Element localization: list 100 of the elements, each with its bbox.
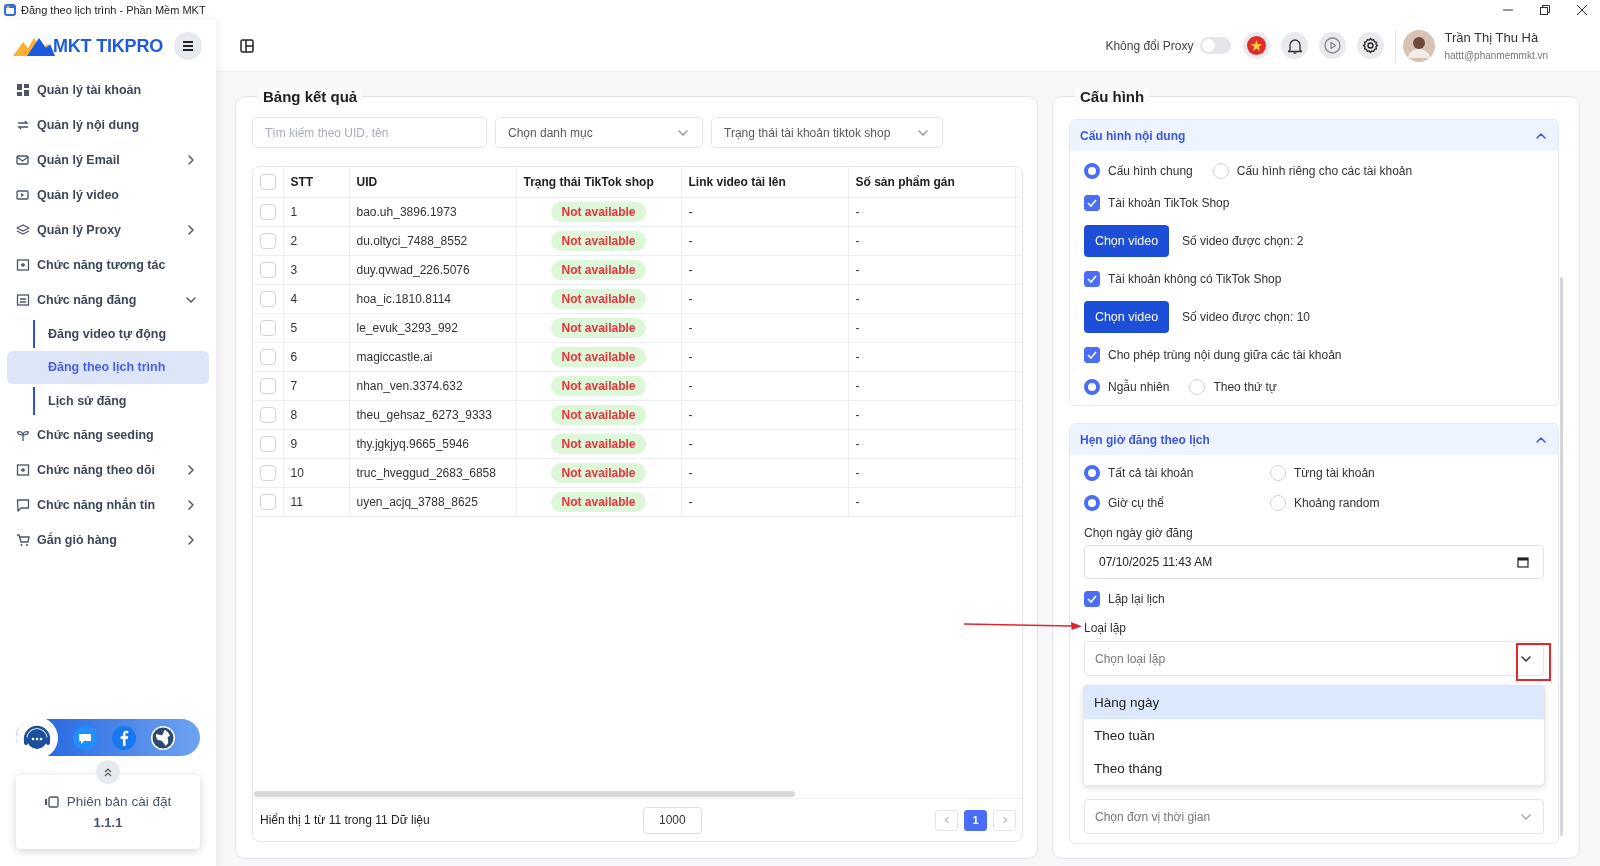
checkbox[interactable] xyxy=(1084,591,1100,607)
row-checkbox[interactable] xyxy=(260,204,276,220)
table-cell: le_evuk_3293_992 xyxy=(349,313,516,343)
page-size-field[interactable]: 1000 xyxy=(642,806,702,834)
facebook-icon[interactable] xyxy=(112,725,136,750)
panel-title: Cấu hình xyxy=(1075,88,1150,105)
menu-item[interactable]: Chức năng đăng xyxy=(0,282,216,317)
row-checkbox[interactable] xyxy=(260,494,276,510)
globe-icon[interactable] xyxy=(151,725,175,750)
search-field[interactable]: Tìm kiếm theo UID, tên xyxy=(252,117,487,148)
language-button[interactable] xyxy=(1243,32,1271,59)
radio-button[interactable] xyxy=(1084,379,1100,395)
avatar xyxy=(1403,29,1436,62)
status-badge: Not available xyxy=(551,289,646,309)
checkbox[interactable] xyxy=(1084,347,1100,363)
panel-layout-icon[interactable] xyxy=(240,38,254,53)
table-cell: - xyxy=(848,226,1015,256)
radio-button[interactable] xyxy=(1084,495,1100,511)
row-checkbox[interactable] xyxy=(260,378,276,394)
select-all-checkbox[interactable] xyxy=(260,174,276,190)
settings-button[interactable] xyxy=(1357,32,1385,59)
user-name: Trần Thị Thu Hà xyxy=(1444,30,1540,45)
column-header: Link video tải lên xyxy=(681,167,848,198)
row-checkbox[interactable] xyxy=(260,436,276,452)
app-icon xyxy=(3,3,17,17)
row-checkbox[interactable] xyxy=(260,465,276,481)
page-button[interactable]: 1 xyxy=(964,809,987,831)
row-checkbox[interactable] xyxy=(260,407,276,423)
play-icon xyxy=(1324,37,1342,54)
proxy-toggle[interactable] xyxy=(1200,37,1232,54)
datetime-field[interactable]: 07/10/2025 11:43 AM xyxy=(1084,545,1544,579)
table-cell: 1 xyxy=(283,197,349,227)
radio-button[interactable] xyxy=(1084,465,1100,481)
submenu-item[interactable]: Đăng theo lịch trình xyxy=(7,350,209,384)
select-field[interactable]: Chọn đơn vị thời gian xyxy=(1084,799,1544,834)
menu-item[interactable]: Chức năng seeding xyxy=(0,417,216,453)
row-checkbox[interactable] xyxy=(260,320,276,336)
status-badge: Not available xyxy=(551,463,646,483)
status-badge: Not available xyxy=(551,347,646,367)
chevron-right-icon xyxy=(1000,816,1009,824)
status-badge: Not available xyxy=(551,318,646,338)
table-cell: 2 xyxy=(283,226,349,256)
checkbox-label: Tài khoản TikTok Shop xyxy=(1108,196,1230,210)
checkbox[interactable] xyxy=(1084,195,1100,211)
notification-button[interactable] xyxy=(1281,32,1309,59)
menu-item[interactable]: Quản lý nội dung xyxy=(0,107,216,142)
selected-count: Số video được chọn: 2 xyxy=(1182,234,1304,248)
menu-item[interactable]: Chức năng theo dõi xyxy=(0,452,216,488)
section-header[interactable]: Cấu hình nội dung xyxy=(1070,120,1558,151)
table-cell: 6 xyxy=(283,342,349,372)
filter-dropdown[interactable]: Trạng thái tài khoản tiktok shop xyxy=(711,117,943,148)
radio-label: Giờ cụ thể xyxy=(1108,496,1164,510)
dropdown-option[interactable]: Theo tháng xyxy=(1084,752,1544,785)
table-cell: - xyxy=(848,458,1015,488)
radio-label: Tất cả tài khoản xyxy=(1108,466,1194,480)
menu-item[interactable]: Gắn giỏ hàng xyxy=(0,522,216,558)
menu-item[interactable]: Chức năng nhắn tin xyxy=(0,487,216,523)
dropdown-option[interactable]: Hàng ngày xyxy=(1084,686,1544,719)
video-icon xyxy=(16,187,30,202)
radio-button[interactable] xyxy=(1084,163,1100,179)
table-cell: - xyxy=(848,342,1015,372)
support-headset-icon[interactable] xyxy=(16,716,58,759)
menu-button[interactable] xyxy=(174,32,202,60)
menu-item[interactable]: Quản lý Email xyxy=(0,142,216,177)
section-header[interactable]: Hẹn giờ đăng theo lịch xyxy=(1070,424,1558,455)
table-cell: - xyxy=(681,255,848,285)
table-cell: - xyxy=(681,487,848,517)
checkbox[interactable] xyxy=(1084,271,1100,287)
radio-label: Ngẫu nhiên xyxy=(1108,380,1170,394)
filter-dropdown[interactable]: Chọn danh mục xyxy=(495,117,703,148)
check-icon xyxy=(1087,351,1097,359)
status-badge: Not available xyxy=(551,231,646,251)
submenu-item[interactable]: Lịch sử đăng xyxy=(7,384,209,418)
menu-item[interactable]: Quản lý tài khoản xyxy=(0,72,216,107)
restore-icon[interactable] xyxy=(1539,5,1550,15)
row-checkbox[interactable] xyxy=(260,349,276,365)
select-field[interactable]: Chọn loại lặp xyxy=(1084,641,1544,676)
row-checkbox[interactable] xyxy=(260,262,276,278)
table-cell: 9 xyxy=(283,429,349,459)
window-title: Đăng theo lịch trình - Phần Mềm MKT xyxy=(21,4,206,16)
plus-square-icon xyxy=(16,257,30,272)
mail-icon xyxy=(16,152,30,167)
submenu-item[interactable]: Đăng video tự động xyxy=(7,317,209,351)
chat-bubble-icon[interactable] xyxy=(73,725,97,750)
choose-video-button[interactable]: Chọn video xyxy=(1084,225,1169,257)
dropdown-option[interactable]: Theo tuần xyxy=(1084,719,1544,752)
close-icon[interactable] xyxy=(1576,5,1587,15)
choose-video-button[interactable]: Chọn video xyxy=(1084,301,1169,333)
chat-icon xyxy=(16,498,30,512)
row-checkbox[interactable] xyxy=(260,233,276,249)
collapse-button[interactable] xyxy=(96,760,120,784)
menu-item[interactable]: Quản lý video xyxy=(0,177,216,212)
menu-item[interactable]: Quản lý Proxy xyxy=(0,212,216,247)
play-button[interactable] xyxy=(1319,32,1347,59)
radio-label: Cấu hình chung xyxy=(1108,164,1193,178)
row-checkbox[interactable] xyxy=(260,291,276,307)
column-header: Trạng thái TikTok shop xyxy=(516,167,681,198)
flag-icon xyxy=(1247,36,1267,55)
check-icon xyxy=(1087,595,1097,603)
menu-item[interactable]: Chức năng tương tác xyxy=(0,247,216,282)
